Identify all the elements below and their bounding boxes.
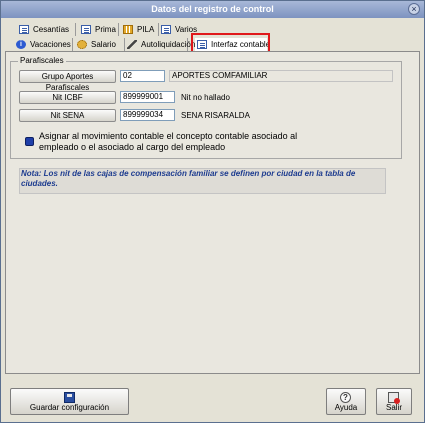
grupo-aportes-description: APORTES COMFAMILIAR [169, 70, 393, 82]
gear-icon [77, 40, 87, 49]
grid-icon [123, 25, 133, 34]
document-icon [161, 25, 171, 34]
dialog-window: Datos del registro de control × Cesantía… [0, 0, 425, 423]
exit-icon [388, 392, 400, 404]
nit-sena-input[interactable]: 899999034 [120, 109, 175, 121]
pen-icon [127, 40, 137, 49]
help-icon: ? [340, 392, 351, 403]
tab-autoliquidacion[interactable]: Autoliquidación [125, 38, 195, 51]
nit-icbf-button[interactable]: Nit ICBF [19, 91, 116, 104]
tab-salario[interactable]: Salario [75, 38, 125, 51]
tab-vacaciones[interactable]: i Vacaciones [14, 38, 73, 51]
floppy-disk-icon [63, 392, 75, 403]
asignar-concepto-label: Asignar al movimiento contable el concep… [39, 131, 298, 152]
tab-label: Vacaciones [30, 40, 71, 49]
title-bar[interactable]: Datos del registro de control × [1, 1, 424, 18]
save-label: Guardar configuración [29, 403, 110, 412]
tab-label: Autoliquidación [141, 40, 196, 49]
tab-label: Salario [91, 40, 116, 49]
close-button[interactable]: × [408, 3, 420, 15]
document-icon [81, 25, 91, 34]
tab-row-top: Cesantías Prima PILA Varios [17, 23, 217, 37]
window-title: Datos del registro de control [151, 4, 274, 14]
help-label: Ayuda [334, 403, 358, 412]
tab-pila[interactable]: PILA [121, 23, 159, 36]
nit-icbf-description: Nit no hallado [181, 93, 230, 102]
grupo-aportes-code-input[interactable]: 02 [120, 70, 165, 82]
tab-label: Cesantías [33, 25, 70, 34]
exit-button[interactable]: Salir [376, 388, 412, 415]
nit-icbf-input[interactable]: 899999001 [120, 91, 175, 103]
active-tab-highlight [191, 33, 270, 53]
help-button[interactable]: ? Ayuda [326, 388, 366, 415]
save-configuration-button[interactable]: Guardar configuración [10, 388, 129, 415]
asignar-concepto-checkbox[interactable] [25, 137, 34, 146]
tab-label: PILA [137, 25, 155, 34]
grupo-aportes-button[interactable]: Grupo Aportes Parafiscales [19, 70, 116, 92]
tab-prima[interactable]: Prima [79, 23, 119, 36]
info-circle-icon: i [16, 40, 26, 49]
note-text: Nota: Los nit de las cajas de compensaci… [21, 169, 356, 188]
group-label: Parafiscales [18, 56, 66, 65]
exit-label: Salir [385, 403, 402, 412]
nit-sena-button[interactable]: Nit SENA [19, 109, 116, 122]
tab-cesantias[interactable]: Cesantías [17, 23, 76, 36]
nit-sena-description: SENA RISARALDA [181, 111, 250, 120]
tab-label: Prima [95, 25, 116, 34]
document-icon [19, 25, 29, 34]
